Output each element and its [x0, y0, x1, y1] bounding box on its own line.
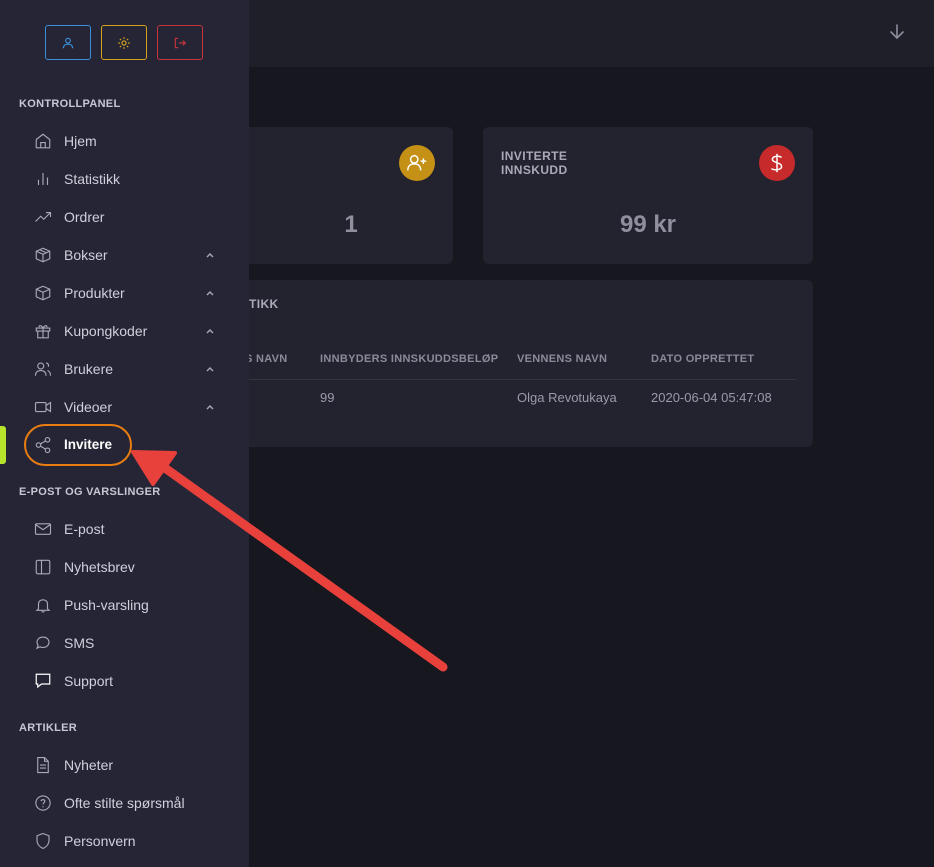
- profile-button[interactable]: [45, 25, 91, 60]
- logout-button[interactable]: [157, 25, 203, 60]
- mail-icon: [34, 523, 52, 535]
- logout-icon: [174, 37, 187, 48]
- column-header: S NAVN: [245, 353, 288, 365]
- column-header: DATO OPPRETTET: [651, 353, 755, 365]
- sidebar-item-label: Hjem: [64, 133, 97, 149]
- sidebar-item-label: Videoer: [64, 399, 113, 415]
- gift-icon: [35, 325, 51, 339]
- sidebar: KONTROLLPANEL E-POST OG VARSLINGER ARTIK…: [0, 0, 249, 867]
- sidebar-item-nyhetsbrev[interactable]: Nyhetsbrev: [0, 550, 249, 584]
- chevron-up-icon: [206, 253, 214, 258]
- sidebar-item-nyheter[interactable]: Nyheter: [0, 748, 249, 782]
- sidebar-item-bokser[interactable]: Bokser: [0, 238, 249, 272]
- card-value: 99 kr: [619, 211, 677, 238]
- file-text-icon: [37, 756, 49, 774]
- sidebar-item-label: Push-varsling: [64, 597, 149, 613]
- sidebar-item-sms[interactable]: SMS: [0, 626, 249, 660]
- table-divider: [249, 379, 796, 380]
- section-title-notifications: E-POST OG VARSLINGER: [19, 486, 161, 498]
- bar-chart-icon: [37, 173, 49, 185]
- sidebar-item-support[interactable]: Support: [0, 664, 249, 698]
- shield-icon: [36, 832, 50, 850]
- arrow-down-icon[interactable]: [888, 22, 906, 42]
- highlight-circle: [24, 424, 132, 466]
- video-icon: [34, 401, 52, 413]
- sidebar-item-label: Personvern: [64, 833, 136, 849]
- settings-button[interactable]: [101, 25, 147, 60]
- sidebar-item-label: Brukere: [64, 361, 114, 377]
- card-value: 1: [344, 211, 358, 238]
- sidebar-item-statistikk[interactable]: Statistikk: [0, 162, 249, 196]
- sidebar-item-label: E-post: [64, 521, 105, 537]
- invited-deposits-card: INVITERTE INNSKUDD 99 kr: [483, 127, 813, 264]
- table-cell: Olga Revotukaya: [517, 390, 617, 405]
- sidebar-item-label: Statistikk: [64, 171, 121, 187]
- table-cell: 99: [320, 390, 335, 405]
- sidebar-item-videoer[interactable]: Videoer: [0, 390, 249, 424]
- sidebar-item-label: Nyhetsbrev: [64, 559, 135, 575]
- user-plus-icon: [399, 145, 435, 181]
- sidebar-item-push-varsling[interactable]: Push-varsling: [0, 588, 249, 622]
- sidebar-item-label: Produkter: [64, 285, 125, 301]
- cube-icon: [35, 285, 51, 301]
- newsletter-icon: [35, 559, 51, 575]
- chevron-up-icon: [206, 329, 214, 334]
- sidebar-item-produkter[interactable]: Produkter: [0, 276, 249, 310]
- home-icon: [35, 133, 51, 149]
- top-bar: [249, 0, 934, 67]
- statistics-panel: TIKK S NAVN INNBYDERS INNSKUDDSBELØP VEN…: [245, 280, 813, 447]
- sidebar-item-ordrer[interactable]: Ordrer: [0, 200, 249, 234]
- sidebar-item-label: Kupongkoder: [64, 323, 148, 339]
- sidebar-item-kupongkoder[interactable]: Kupongkoder: [0, 314, 249, 348]
- support-icon: [35, 673, 51, 689]
- column-header: VENNENS NAVN: [517, 353, 608, 365]
- message-icon: [35, 636, 50, 650]
- sidebar-item-label: SMS: [64, 635, 95, 651]
- box-icon: [35, 247, 51, 263]
- card-label: INVITERTE INNSKUDD: [501, 149, 568, 177]
- user-icon: [62, 37, 74, 48]
- dollar-icon: [759, 145, 795, 181]
- sidebar-item-faq[interactable]: Ofte stilte spørsmål: [0, 786, 249, 820]
- sidebar-item-label: Bokser: [64, 247, 108, 263]
- users-icon: [34, 362, 52, 376]
- sidebar-item-label: Ordrer: [64, 209, 105, 225]
- sidebar-item-hjem[interactable]: Hjem: [0, 124, 249, 158]
- gear-icon: [118, 36, 130, 49]
- sidebar-item-label: Support: [64, 673, 114, 689]
- table-cell: 2020-06-04 05:47:08: [651, 390, 772, 405]
- chevron-up-icon: [206, 367, 214, 372]
- section-title-dashboard: KONTROLLPANEL: [19, 98, 121, 110]
- sidebar-item-label: Nyheter: [64, 757, 114, 773]
- stats-title: TIKK: [249, 297, 279, 311]
- trending-up-icon: [35, 211, 52, 222]
- help-circle-icon: [35, 795, 51, 811]
- section-title-articles: ARTIKLER: [19, 722, 78, 734]
- sidebar-item-brukere[interactable]: Brukere: [0, 352, 249, 386]
- bell-icon: [35, 599, 51, 613]
- invited-users-card: 1: [249, 127, 453, 264]
- chevron-up-icon: [206, 291, 214, 296]
- chevron-up-icon: [206, 405, 214, 410]
- sidebar-item-e-post[interactable]: E-post: [0, 512, 249, 546]
- sidebar-item-label: Ofte stilte spørsmål: [64, 795, 185, 811]
- sidebar-item-personvern[interactable]: Personvern: [0, 824, 249, 858]
- column-header: INNBYDERS INNSKUDDSBELØP: [320, 353, 499, 365]
